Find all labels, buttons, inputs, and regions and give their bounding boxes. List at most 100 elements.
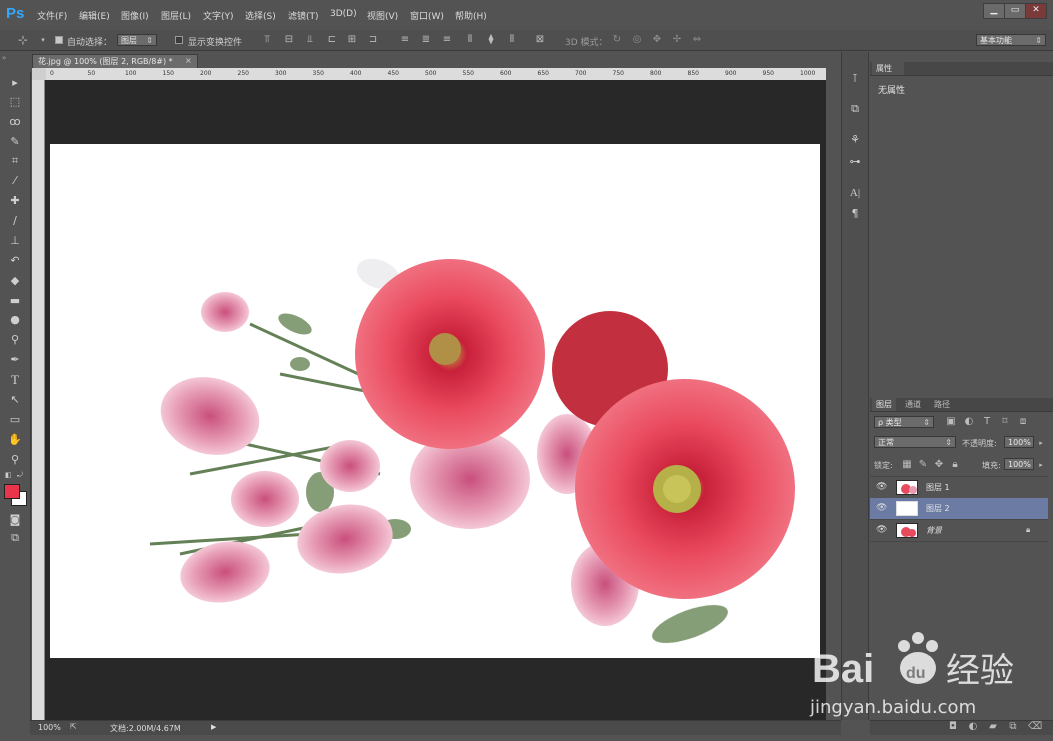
- export-icon[interactable]: ⇱: [70, 722, 77, 731]
- workspace-dropdown[interactable]: 基本功能 ⇕: [976, 34, 1046, 46]
- blend-mode-dropdown[interactable]: 正常 ⇕: [874, 436, 956, 448]
- new-layer-icon[interactable]: ⧉: [1008, 722, 1018, 732]
- auto-select-checkbox[interactable]: [55, 36, 63, 44]
- align-right-icon[interactable]: ⊐: [368, 35, 378, 45]
- screen-mode-icon[interactable]: ⧉: [6, 530, 24, 546]
- layer-row-2-selected[interactable]: 👁︎ 图层 2: [870, 498, 1048, 520]
- menu-image[interactable]: 图像(I): [121, 9, 149, 22]
- foreground-color-swatch[interactable]: [4, 484, 20, 499]
- paragraph-panel-icon[interactable]: ¶: [848, 207, 862, 221]
- roll-3d-icon[interactable]: ◎: [632, 35, 642, 45]
- lock-all-icon[interactable]: 🔒︎: [950, 460, 960, 470]
- lock-position-icon[interactable]: ✥: [934, 460, 944, 470]
- menu-filter[interactable]: 滤镜(T): [288, 9, 319, 22]
- move-tool-icon[interactable]: ⊹: [18, 34, 28, 46]
- minimize-icon[interactable]: ▁: [983, 3, 1005, 19]
- adjustments-panel-icon[interactable]: ⊶: [848, 155, 862, 169]
- menu-view[interactable]: 视图(V): [367, 9, 398, 22]
- menu-select[interactable]: 选择(S): [245, 9, 276, 22]
- new-adjustment-layer-icon[interactable]: ◐: [968, 722, 978, 732]
- menu-edit[interactable]: 编辑(E): [79, 9, 110, 22]
- menu-3d[interactable]: 3D(D): [330, 9, 357, 19]
- align-left-icon[interactable]: ⊏: [327, 35, 337, 45]
- lasso-tool-icon[interactable]: ꝏ: [6, 114, 24, 130]
- fill-field[interactable]: 100%: [1004, 458, 1034, 470]
- tab-layers[interactable]: 图层: [876, 399, 892, 411]
- delete-layer-icon[interactable]: ⌫: [1028, 722, 1042, 732]
- distribute-bottom-icon[interactable]: ≡: [442, 35, 452, 45]
- new-group-icon[interactable]: ▰: [988, 722, 998, 732]
- layer-filter-dropdown[interactable]: ρ 类型 ⇕: [874, 416, 934, 428]
- visibility-eye-icon[interactable]: 👁︎: [876, 525, 887, 535]
- brush-tool-icon[interactable]: ∕: [6, 213, 24, 229]
- tab-properties[interactable]: 属性: [872, 62, 904, 75]
- filter-type-icon[interactable]: T: [982, 417, 992, 427]
- zoom-tool-icon[interactable]: ⚲: [6, 452, 24, 468]
- add-mask-icon[interactable]: ◘: [948, 722, 958, 732]
- filter-pixel-icon[interactable]: ▣: [946, 417, 956, 427]
- visibility-eye-icon[interactable]: 👁︎: [876, 482, 887, 492]
- auto-align-icon[interactable]: ⊠: [535, 35, 545, 45]
- lock-image-icon[interactable]: ✎: [918, 460, 928, 470]
- marquee-tool-icon[interactable]: ⬚: [6, 94, 24, 110]
- swap-colors-icon[interactable]: ⤾: [17, 471, 25, 479]
- history-brush-tool-icon[interactable]: ↶: [6, 253, 24, 269]
- ruler-origin[interactable]: [32, 68, 46, 80]
- visibility-eye-icon[interactable]: 👁︎: [876, 503, 887, 513]
- scale-3d-icon[interactable]: ⇔: [692, 35, 702, 45]
- eyedropper-tool-icon[interactable]: ⁄: [6, 173, 24, 189]
- layer-row-1[interactable]: 👁︎ 图层 1: [870, 476, 1048, 499]
- fill-slider-chevron-icon[interactable]: ▸: [1036, 460, 1046, 470]
- opacity-field[interactable]: 100%: [1004, 436, 1034, 448]
- menu-type[interactable]: 文字(Y): [203, 9, 234, 22]
- quick-select-tool-icon[interactable]: ✎: [6, 134, 24, 150]
- healing-brush-tool-icon[interactable]: ✚: [6, 193, 24, 209]
- filter-smart-object-icon[interactable]: ⧈: [1018, 417, 1028, 427]
- collapse-toolbox-icon[interactable]: »: [2, 54, 28, 62]
- distribute-hcenter-icon[interactable]: ⧫: [486, 35, 496, 45]
- move-tool-icon[interactable]: ▸: [6, 75, 24, 91]
- rotate-3d-icon[interactable]: ↻: [612, 35, 622, 45]
- rectangle-tool-icon[interactable]: ▭: [6, 412, 24, 428]
- status-menu-arrow-icon[interactable]: ▶: [211, 723, 216, 731]
- vertical-ruler[interactable]: [32, 80, 45, 720]
- hand-tool-icon[interactable]: ✋: [6, 432, 24, 448]
- brush-panel-icon[interactable]: ⚘: [848, 133, 862, 147]
- close-icon[interactable]: ✕: [1025, 3, 1047, 19]
- drag-3d-icon[interactable]: ✥: [652, 35, 662, 45]
- distribute-vcenter-icon[interactable]: ≣: [421, 35, 431, 45]
- tool-presets-icon[interactable]: ⧉: [848, 102, 862, 116]
- tab-paths[interactable]: 路径: [934, 399, 950, 411]
- layer-row-background[interactable]: 👁︎ 背景 🔒︎: [870, 520, 1048, 542]
- dodge-tool-icon[interactable]: ⚲: [6, 332, 24, 348]
- gradient-tool-icon[interactable]: ▬: [6, 293, 24, 309]
- crop-tool-icon[interactable]: ⌗: [6, 153, 24, 169]
- character-panel-icon[interactable]: A|: [848, 186, 862, 200]
- show-transform-checkbox[interactable]: [175, 36, 183, 44]
- align-vcenter-icon[interactable]: ⊟: [284, 35, 294, 45]
- opacity-slider-chevron-icon[interactable]: ▸: [1036, 438, 1046, 448]
- zoom-level[interactable]: 100%: [38, 723, 61, 732]
- distribute-right-icon[interactable]: ⫴: [507, 35, 517, 45]
- tab-channels[interactable]: 通道: [905, 399, 921, 411]
- slide-3d-icon[interactable]: ✢: [672, 35, 682, 45]
- tab-close-icon[interactable]: ×: [185, 56, 192, 65]
- tool-preset-chevron-icon[interactable]: ▾: [38, 35, 48, 45]
- default-colors-icon[interactable]: ◧: [5, 471, 13, 479]
- path-select-tool-icon[interactable]: ↖: [6, 392, 24, 408]
- menu-window[interactable]: 窗口(W): [410, 9, 444, 22]
- pen-tool-icon[interactable]: ✒: [6, 352, 24, 368]
- eraser-tool-icon[interactable]: ◆: [6, 273, 24, 289]
- clone-stamp-tool-icon[interactable]: ⊥: [6, 233, 24, 249]
- align-top-icon[interactable]: ⫪: [262, 35, 272, 45]
- auto-select-dropdown[interactable]: 图层 ⇕: [117, 34, 157, 46]
- lock-transparent-icon[interactable]: ▦: [902, 460, 912, 470]
- menu-file[interactable]: 文件(F): [37, 9, 67, 22]
- align-bottom-icon[interactable]: ⫫: [305, 35, 315, 45]
- menu-help[interactable]: 帮助(H): [455, 9, 487, 22]
- align-hcenter-icon[interactable]: ⊞: [347, 35, 357, 45]
- blur-tool-icon[interactable]: ●: [6, 312, 24, 328]
- quick-mask-icon[interactable]: ◙: [6, 512, 24, 528]
- document-canvas[interactable]: [50, 144, 820, 658]
- type-tool-icon[interactable]: T: [6, 372, 24, 388]
